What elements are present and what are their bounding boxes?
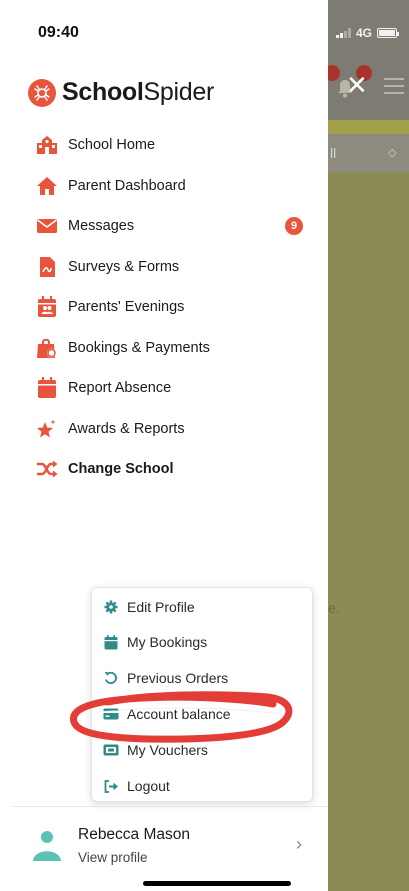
battery-icon — [377, 28, 400, 38]
gear-icon — [103, 599, 119, 615]
nav-item-report-absence[interactable]: Report Absence — [36, 368, 316, 409]
signal-icon — [336, 28, 351, 38]
background-body-text: e. — [328, 600, 340, 616]
nav-label: Surveys & Forms — [68, 258, 180, 275]
spider-logo-icon — [28, 78, 56, 107]
menu-item-my-bookings[interactable]: My Bookings — [103, 631, 207, 653]
form-icon — [36, 256, 58, 278]
nav-label: Awards & Reports — [68, 420, 185, 437]
navigation-drawer: 09:40 SchoolSpider School Home Parent Da… — [0, 0, 328, 891]
calendar-icon — [36, 377, 58, 399]
network-label: 4G — [356, 26, 373, 40]
annotation-circle — [70, 691, 293, 743]
background-app-overlay[interactable]: ll ◇ e. ✕ — [328, 0, 409, 891]
star-award-icon — [36, 418, 58, 440]
menu-label: My Bookings — [127, 634, 208, 650]
chevron-updown-icon: ◇ — [388, 147, 397, 159]
menu-label: Previous Orders — [127, 670, 229, 686]
nav-item-school-home[interactable]: School Home — [36, 125, 316, 166]
menu-label: Logout — [127, 778, 170, 794]
logout-icon — [103, 778, 119, 794]
schoolspider-logo: SchoolSpider — [28, 78, 214, 107]
nav-label: Parent Dashboard — [68, 177, 186, 194]
menu-item-previous-orders[interactable]: Previous Orders — [103, 667, 228, 689]
nav-item-bookings-payments[interactable]: Bookings & Payments — [36, 328, 316, 369]
hamburger-icon — [384, 78, 404, 94]
main-nav: School Home Parent Dashboard Messages 9 … — [36, 125, 316, 490]
home-icon — [36, 175, 58, 197]
nav-item-messages[interactable]: Messages 9 — [36, 206, 316, 247]
shuffle-icon — [36, 458, 58, 480]
menu-item-logout[interactable]: Logout — [103, 775, 170, 797]
nav-item-change-school[interactable]: Change School — [36, 449, 316, 490]
nav-label: Parents' Evenings — [68, 299, 185, 316]
history-icon — [103, 670, 119, 686]
status-indicators: 4G — [336, 26, 400, 40]
nav-label: Report Absence — [68, 380, 172, 397]
shopping-bag-icon — [36, 337, 58, 359]
status-time: 09:40 — [38, 24, 79, 41]
nav-label: Messages — [68, 218, 135, 235]
envelope-icon — [36, 215, 58, 237]
close-icon[interactable]: ✕ — [346, 72, 368, 98]
unread-count-badge: 9 — [285, 217, 303, 235]
menu-item-edit-profile[interactable]: Edit Profile — [103, 596, 195, 618]
nav-label: Bookings & Payments — [68, 339, 210, 356]
footer-divider — [12, 806, 328, 807]
nav-item-surveys-forms[interactable]: Surveys & Forms — [36, 247, 316, 288]
background-band — [328, 120, 409, 134]
nav-label: Change School — [68, 461, 174, 478]
background-header — [328, 0, 409, 120]
nav-item-parents-evenings[interactable]: Parents' Evenings — [36, 287, 316, 328]
home-indicator — [143, 881, 291, 886]
view-profile-link[interactable]: View profile — [78, 850, 190, 865]
background-filter-select — [328, 134, 409, 172]
calendar-people-icon — [36, 296, 58, 318]
avatar — [30, 828, 64, 862]
nav-item-awards-reports[interactable]: Awards & Reports — [36, 409, 316, 450]
chevron-right-icon: › — [296, 834, 302, 854]
menu-label: Edit Profile — [127, 599, 195, 615]
calendar-icon — [103, 634, 119, 650]
profile-row[interactable]: Rebecca Mason View profile › — [30, 822, 315, 868]
profile-name: Rebecca Mason — [78, 825, 191, 843]
background-filter-text: ll — [330, 145, 337, 161]
brand-name: SchoolSpider — [62, 78, 215, 106]
school-icon — [36, 134, 58, 156]
nav-item-parent-dashboard[interactable]: Parent Dashboard — [36, 166, 316, 207]
nav-label: School Home — [68, 137, 156, 154]
